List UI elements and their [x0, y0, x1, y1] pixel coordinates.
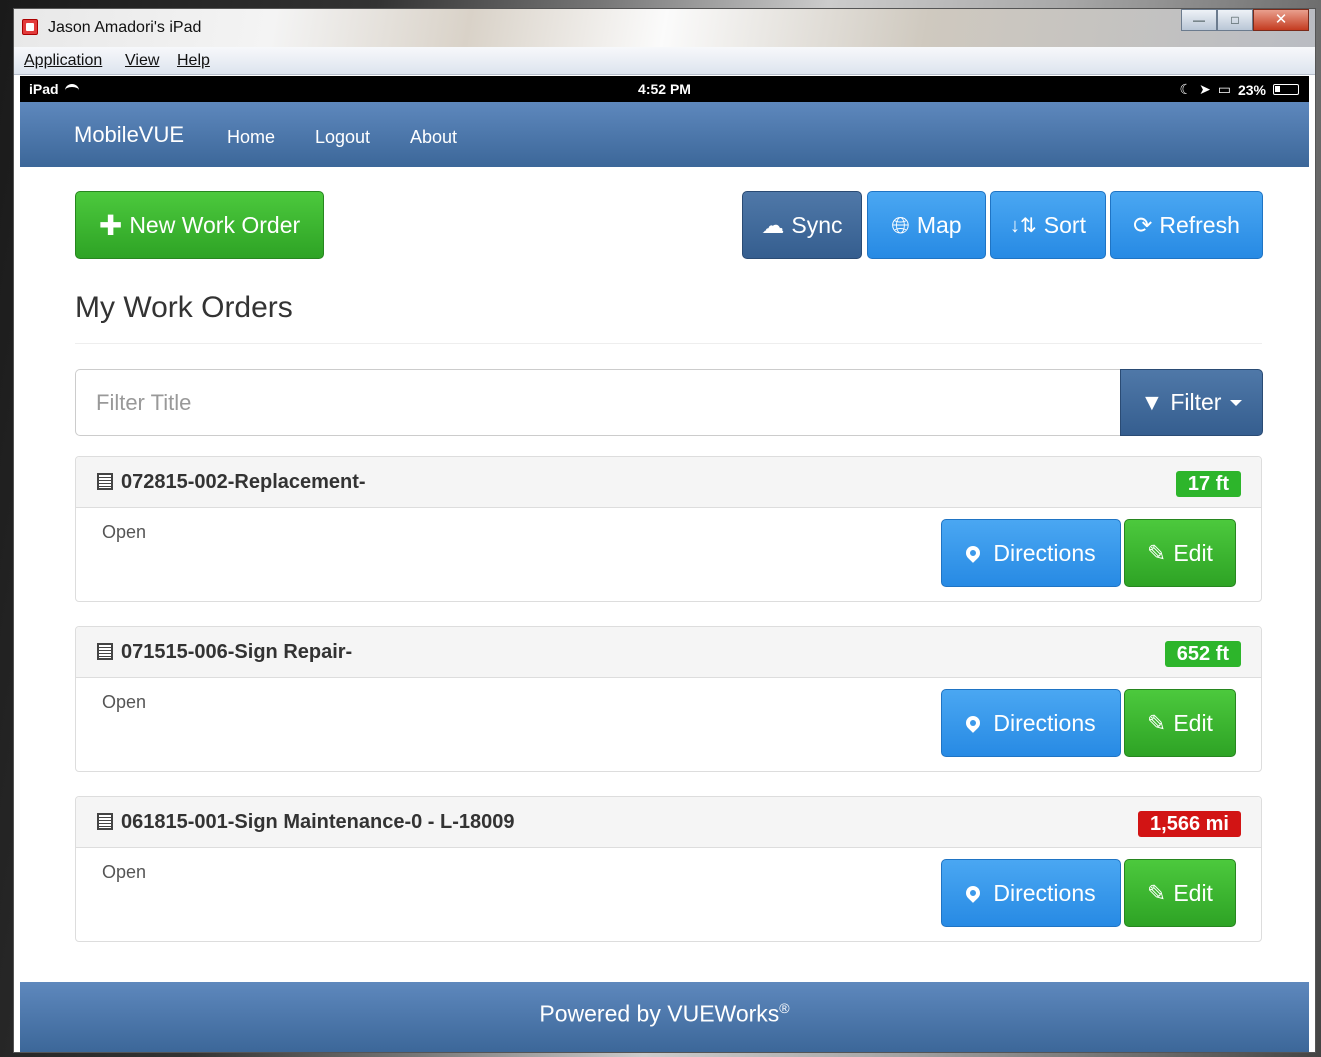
- menu-help[interactable]: Help: [177, 52, 210, 70]
- menu-bar: Application View Help: [14, 47, 1315, 75]
- filter-dropdown-button[interactable]: ▼ Filter: [1120, 369, 1263, 436]
- map-marker-icon: [963, 883, 984, 903]
- window-titlebar[interactable]: Jason Amadori's iPad — □ ✕: [14, 9, 1315, 47]
- list-document-icon: [97, 473, 113, 490]
- sync-label: Sync: [791, 211, 843, 238]
- distance-badge: 652 ft: [1164, 641, 1241, 667]
- menu-view[interactable]: View: [125, 52, 159, 70]
- map-button[interactable]: 🌐︎ Map: [867, 191, 986, 259]
- directions-label: Directions: [993, 539, 1096, 566]
- work-order-status: Open: [102, 862, 147, 882]
- window-title: Jason Amadori's iPad: [48, 19, 202, 36]
- footer-text: Powered by VUEWorks: [539, 1000, 780, 1027]
- window-controls: — □ ✕: [1181, 9, 1309, 31]
- work-order-status: Open: [102, 522, 147, 542]
- airplay-icon: ▭: [1217, 81, 1231, 97]
- page-title: My Work Orders: [75, 291, 293, 324]
- sort-label: Sort: [1043, 211, 1086, 238]
- directions-label: Directions: [993, 879, 1096, 906]
- caret-down-icon: [1230, 399, 1243, 406]
- maximize-button[interactable]: □: [1217, 9, 1253, 31]
- battery-icon: [1273, 84, 1299, 95]
- pencil-icon: ✎: [1147, 539, 1167, 566]
- new-work-order-label: New Work Order: [129, 211, 301, 238]
- clock: 4:52 PM: [638, 81, 691, 97]
- pencil-icon: ✎: [1147, 709, 1167, 736]
- plus-icon: ✚: [98, 209, 123, 241]
- edit-label: Edit: [1173, 709, 1213, 736]
- globe-icon: 🌐︎: [891, 211, 910, 238]
- work-order-header[interactable]: 072815-002-Replacement- 17 ft: [76, 457, 1261, 508]
- directions-button[interactable]: Directions: [941, 689, 1121, 757]
- footer: Powered by VUEWorks®: [20, 982, 1309, 1052]
- edit-button[interactable]: ✎ Edit: [1124, 689, 1236, 757]
- list-document-icon: [97, 643, 113, 660]
- close-button[interactable]: ✕: [1253, 9, 1309, 31]
- refresh-button[interactable]: ⟳ Refresh: [1110, 191, 1263, 259]
- new-work-order-button[interactable]: ✚ New Work Order: [75, 191, 324, 259]
- refresh-icon: ⟳: [1133, 211, 1153, 238]
- map-marker-icon: [963, 713, 984, 733]
- battery-percent: 23%: [1237, 81, 1266, 98]
- edit-label: Edit: [1173, 539, 1213, 566]
- work-order-card: 061815-001-Sign Maintenance-0 - L-18009 …: [75, 796, 1262, 942]
- sort-button[interactable]: ↓⇅ Sort: [990, 191, 1106, 259]
- work-order-status: Open: [102, 692, 147, 712]
- navbar: MobileVUE Home Logout About: [20, 102, 1309, 167]
- cloud-upload-icon: ☁: [761, 211, 785, 238]
- menu-application[interactable]: Application: [24, 52, 102, 70]
- map-label: Map: [916, 211, 962, 238]
- distance-badge: 17 ft: [1175, 471, 1241, 497]
- work-order-card: 072815-002-Replacement- 17 ft Open Direc…: [75, 456, 1262, 602]
- moon-icon: ☾: [1179, 81, 1192, 97]
- directions-button[interactable]: Directions: [941, 519, 1121, 587]
- work-order-title[interactable]: 071515-006-Sign Repair-: [121, 641, 352, 664]
- work-order-title[interactable]: 061815-001-Sign Maintenance-0 - L-18009: [121, 811, 515, 834]
- edit-label: Edit: [1173, 879, 1213, 906]
- main-content: ✚ New Work Order ☁ Sync 🌐︎ Map ↓⇅ Sort ⟳…: [20, 167, 1309, 982]
- edit-button[interactable]: ✎ Edit: [1124, 519, 1236, 587]
- divider: [75, 343, 1262, 344]
- ios-status-bar: iPad 4:52 PM ☾ ➤ ▭ 23%: [20, 76, 1309, 102]
- work-order-title[interactable]: 072815-002-Replacement-: [121, 471, 366, 494]
- directions-label: Directions: [993, 709, 1096, 736]
- sort-icon: ↓⇅: [1010, 214, 1037, 237]
- registered-mark: ®: [779, 1000, 790, 1016]
- work-order-header[interactable]: 071515-006-Sign Repair- 652 ft: [76, 627, 1261, 678]
- work-order-header[interactable]: 061815-001-Sign Maintenance-0 - L-18009 …: [76, 797, 1261, 848]
- nav-about[interactable]: About: [410, 127, 457, 148]
- nav-home[interactable]: Home: [227, 127, 275, 148]
- app-icon: [22, 19, 38, 35]
- brand-link[interactable]: MobileVUE: [74, 122, 184, 148]
- filter-title-input[interactable]: [75, 369, 1121, 436]
- sync-button[interactable]: ☁ Sync: [742, 191, 862, 259]
- edit-button[interactable]: ✎ Edit: [1124, 859, 1236, 927]
- status-right: ☾ ➤ ▭ 23%: [1179, 81, 1299, 98]
- list-document-icon: [97, 813, 113, 830]
- nav-logout[interactable]: Logout: [315, 127, 370, 148]
- distance-badge: 1,566 mi: [1138, 811, 1241, 837]
- directions-button[interactable]: Directions: [941, 859, 1121, 927]
- map-marker-icon: [963, 543, 984, 563]
- location-arrow-icon: ➤: [1199, 81, 1211, 97]
- funnel-icon: ▼: [1140, 389, 1164, 415]
- filter-label: Filter: [1170, 389, 1222, 415]
- refresh-label: Refresh: [1159, 211, 1240, 238]
- pencil-icon: ✎: [1147, 879, 1167, 906]
- work-order-card: 071515-006-Sign Repair- 652 ft Open Dire…: [75, 626, 1262, 772]
- minimize-button[interactable]: —: [1181, 9, 1217, 31]
- app-window: Jason Amadori's iPad — □ ✕ Application V…: [13, 8, 1316, 1053]
